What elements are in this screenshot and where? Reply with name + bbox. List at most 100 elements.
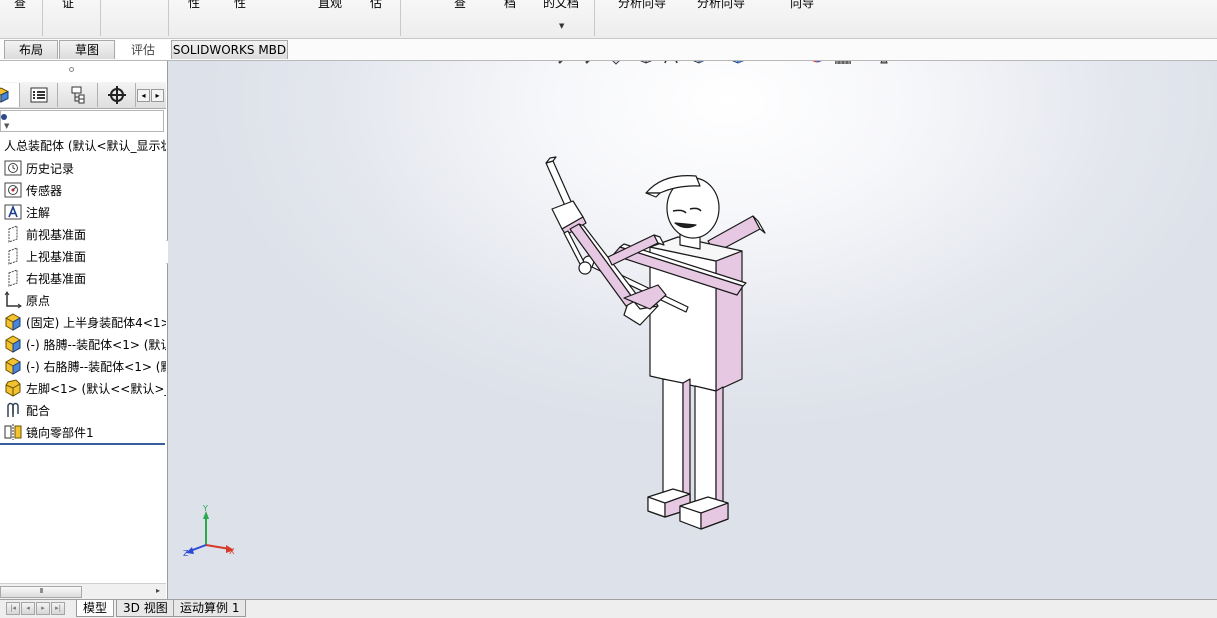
tree-item-left-foot[interactable]: 左脚<1> (默认<<默认>_ (3, 378, 166, 398)
dimxpert-manager-tab[interactable] (98, 83, 136, 107)
tree-item-label: 上视基准面 (26, 249, 87, 264)
tree-item-arm-assembly[interactable]: (-) 胳膊--装配体<1> (默认 (3, 334, 166, 354)
ribbon-command-label[interactable]: 查 (454, 0, 466, 10)
tree-item-label: 右视基准面 (26, 271, 87, 286)
model-view-tabs-bar: |◂ ◂ ▸ ▸| 模型 3D 视图 运动算例 1 (0, 599, 1217, 618)
assembly-cube-icon (0, 87, 8, 103)
annotation-icon (4, 204, 21, 220)
robot-assembly-model[interactable]: Y X Z (168, 61, 1217, 599)
property-list-icon (30, 87, 47, 103)
tab-3d-views[interactable]: 3D 视图 (116, 600, 175, 617)
ribbon-command-label[interactable]: 证 (62, 0, 74, 10)
mates-icon (6, 402, 19, 417)
chevron-down-icon: ▼ (4, 122, 10, 130)
origin-icon (4, 291, 22, 309)
tree-item-annotations[interactable]: 注解 (3, 202, 166, 222)
first-tab-button[interactable]: |◂ (6, 602, 20, 615)
tree-item-label: (固定) 上半身装配体4<1> (26, 315, 166, 330)
prev-tab-button[interactable]: ◂ (21, 602, 35, 615)
tree-item-label: 镜向零部件1 (26, 425, 94, 440)
ribbon-separator (168, 0, 169, 36)
ribbon-separator (400, 0, 401, 36)
next-tab-button[interactable]: ▸ (36, 602, 50, 615)
tree-item-label: (-) 右胳膊--装配体<1> (默 (26, 359, 166, 374)
subassembly-icon (5, 357, 20, 375)
crosshair-icon (107, 86, 126, 104)
triad-y-label: Y (202, 504, 208, 513)
panel-splitter-handle[interactable] (69, 67, 74, 72)
scrollbar-thumb[interactable]: III (0, 586, 82, 598)
subassembly-icon (5, 313, 20, 331)
command-ribbon: 查 证 性 性 直观 估 查 档 的文档 分析向导 分析向导 向导 ▼ (0, 0, 1217, 39)
ribbon-command-label[interactable]: 分析向导 (618, 0, 666, 10)
tree-item-right-arm-assembly[interactable]: (-) 右胳膊--装配体<1> (默 (3, 356, 166, 376)
history-icon (4, 160, 21, 176)
panel-tabs-scroll-left[interactable]: ◂ (137, 89, 150, 102)
ribbon-command-label[interactable]: 分析向导 (697, 0, 745, 10)
panel-tabs: ◂ ▸ (0, 82, 166, 109)
feature-manager-panel: ◂ ▸ ▼ 人总装配体 (默认<默认_显示状态-1>) 历史记录 传感器 注解 … (0, 61, 168, 599)
command-manager-tabs: 布局 草图 评估 SOLIDWORKS MBD (0, 39, 1217, 61)
tree-item-mates[interactable]: 配合 (3, 400, 166, 420)
configuration-icon (71, 86, 84, 104)
plane-icon (8, 247, 17, 265)
subassembly-icon (5, 335, 20, 353)
triad-x-label: X (229, 547, 235, 556)
tab-motion-study[interactable]: 运动算例 1 (173, 600, 247, 617)
tree-item-label: 配合 (26, 403, 51, 418)
ribbon-separator (594, 0, 595, 36)
dropdown-arrow-icon[interactable]: ▼ (559, 22, 564, 30)
property-manager-tab[interactable] (20, 83, 58, 107)
plane-icon (8, 269, 17, 287)
robot-left-leg[interactable] (647, 378, 691, 518)
tree-item-mirror-component[interactable]: 镜向零部件1 (3, 422, 166, 442)
tree-item-label: 左脚<1> (默认<<默认>_ (26, 381, 166, 396)
tree-item-label: 历史记录 (26, 161, 75, 176)
scroll-right-arrow-icon[interactable]: ▸ (156, 586, 160, 595)
tab-layout[interactable]: 布局 (4, 40, 58, 59)
ribbon-separator (100, 0, 101, 36)
ribbon-command-label[interactable]: 查 (14, 0, 26, 10)
ribbon-separator (42, 0, 43, 36)
tree-item-front-plane[interactable]: 前视基准面 (3, 224, 166, 244)
tree-filter-box[interactable]: ▼ (0, 110, 164, 132)
panel-tabs-scroll-right[interactable]: ▸ (151, 89, 164, 102)
mirror-component-icon (4, 424, 21, 440)
filter-icon (1, 114, 7, 120)
triad-z-label: Z (183, 549, 189, 558)
sensor-icon (4, 182, 21, 198)
configuration-manager-tab[interactable] (58, 83, 98, 107)
tree-item-history[interactable]: 历史记录 (3, 158, 166, 178)
tree-item-label: 前视基准面 (26, 227, 87, 242)
ribbon-command-label[interactable]: 性 (234, 0, 246, 10)
plane-icon (8, 225, 17, 243)
tree-item-right-plane[interactable]: 右视基准面 (3, 268, 166, 288)
tab-solidworks-mbd[interactable]: SOLIDWORKS MBD (171, 40, 288, 59)
tree-item-origin[interactable]: 原点 (3, 290, 166, 310)
part-icon (5, 379, 20, 397)
robot-head[interactable] (645, 175, 720, 239)
ribbon-command-label[interactable]: 性 (188, 0, 200, 10)
tab-sketch[interactable]: 草图 (59, 40, 115, 59)
tree-item-sensors[interactable]: 传感器 (3, 180, 166, 200)
ribbon-command-label[interactable]: 直观 (318, 0, 342, 10)
last-tab-button[interactable]: ▸| (51, 602, 65, 615)
panel-horizontal-scrollbar[interactable]: III ▸ (0, 583, 166, 599)
tree-item-label: (-) 胳膊--装配体<1> (默认 (26, 337, 166, 352)
tab-evaluate[interactable]: 评估 (116, 40, 170, 59)
ribbon-command-label[interactable]: 的文档 (543, 0, 579, 10)
feature-manager-tab[interactable] (0, 83, 20, 107)
tree-item-upper-body-assembly[interactable]: (固定) 上半身装配体4<1> (3, 312, 166, 332)
tree-item-label: 传感器 (26, 183, 63, 198)
coordinate-triad: Y X Z (183, 504, 235, 558)
tree-rollback-bar[interactable] (0, 443, 165, 445)
tree-item-label: 注解 (26, 205, 51, 220)
robot-raised-arm[interactable] (545, 156, 667, 310)
ribbon-command-label[interactable]: 档 (504, 0, 516, 10)
graphics-area[interactable]: ▼ ▼ ▼ ▼ ▼ ▮ ▯ (168, 61, 1217, 599)
ribbon-command-label[interactable]: 向导 (790, 0, 814, 10)
tree-item-top-plane[interactable]: 上视基准面 (3, 246, 166, 266)
tab-model[interactable]: 模型 (76, 600, 115, 617)
ribbon-command-label[interactable]: 估 (370, 0, 382, 10)
tree-root-assembly[interactable]: 人总装配体 (默认<默认_显示状态-1>) (4, 137, 166, 155)
